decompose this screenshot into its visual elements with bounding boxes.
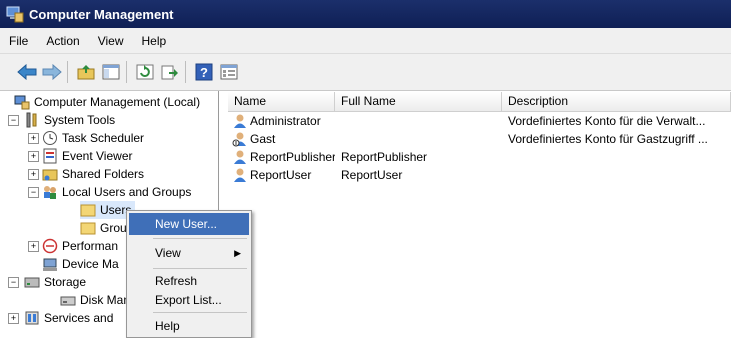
cell-full-name: ReportUser bbox=[341, 168, 403, 182]
toolbar: ? bbox=[0, 54, 731, 91]
users-icon bbox=[44, 186, 56, 199]
menu-help[interactable]: Help bbox=[133, 34, 176, 48]
tree-label-services-apps: Services and bbox=[44, 311, 114, 325]
cell-full-name: ReportPublisher bbox=[341, 150, 428, 164]
cell-description bbox=[508, 148, 728, 166]
expand-icon[interactable]: + bbox=[28, 133, 39, 144]
tree-label-event-viewer: Event Viewer bbox=[62, 149, 133, 163]
menu-separator bbox=[153, 268, 247, 269]
tree-item-device-manager[interactable]: Device Ma bbox=[42, 255, 119, 273]
expand-icon[interactable]: + bbox=[28, 151, 39, 162]
export-list-icon[interactable] bbox=[159, 61, 181, 83]
menu-item-export-list[interactable]: Export List... bbox=[129, 289, 249, 311]
collapse-icon[interactable]: − bbox=[8, 115, 19, 126]
tree-item-root[interactable]: Computer Management (Local) bbox=[14, 93, 200, 111]
shared-folder-icon bbox=[42, 169, 58, 181]
menu-item-view-label: View bbox=[155, 246, 181, 260]
show-hide-tree-icon[interactable] bbox=[100, 61, 122, 83]
menu-view[interactable]: View bbox=[89, 34, 133, 48]
cell-full-name bbox=[341, 112, 501, 130]
tree-label-system-tools: System Tools bbox=[44, 113, 116, 127]
table-row[interactable]: ReportPublisher ReportPublisher bbox=[228, 148, 731, 166]
up-folder-icon[interactable] bbox=[75, 61, 97, 83]
toolbar-separator bbox=[126, 61, 127, 83]
services-icon bbox=[25, 311, 39, 325]
cell-name: Gast bbox=[250, 132, 276, 146]
title-bar[interactable]: Computer Management bbox=[0, 0, 731, 28]
tree-item-event-viewer[interactable]: Event Viewer bbox=[42, 147, 132, 165]
column-header-name[interactable]: Name bbox=[228, 92, 335, 111]
user-icon bbox=[234, 168, 246, 182]
cell-description: Vordefiniertes Konto für die Verwalt... bbox=[508, 114, 706, 128]
tree-item-storage[interactable]: Storage bbox=[24, 273, 86, 291]
event-viewer-icon bbox=[43, 148, 57, 164]
properties-icon[interactable] bbox=[218, 61, 240, 83]
cell-description bbox=[508, 166, 728, 184]
menu-item-help[interactable]: Help bbox=[129, 315, 249, 337]
context-menu: New User... View ▶ Refresh Export List..… bbox=[126, 210, 252, 338]
collapse-icon[interactable]: − bbox=[28, 187, 39, 198]
tree-item-task-scheduler[interactable]: Task Scheduler bbox=[42, 129, 144, 147]
tree-label-storage: Storage bbox=[44, 275, 87, 289]
submenu-arrow-icon: ▶ bbox=[234, 248, 241, 258]
content-area: Computer Management (Local) − System Too… bbox=[0, 91, 731, 336]
performance-icon bbox=[42, 238, 58, 254]
expand-icon[interactable]: + bbox=[28, 169, 39, 180]
user-icon bbox=[234, 114, 246, 128]
computer-management-app-icon bbox=[6, 6, 24, 23]
menu-action[interactable]: Action bbox=[37, 34, 88, 48]
list-header: Name Full Name Description bbox=[228, 92, 731, 112]
tree-label-performance: Performan bbox=[62, 239, 119, 253]
menu-separator bbox=[153, 312, 247, 313]
device-manager-icon bbox=[43, 258, 57, 271]
users-list-view: Name Full Name Description Administrator… bbox=[228, 91, 731, 336]
svg-text:?: ? bbox=[200, 65, 208, 80]
tree-label-device-manager: Device Ma bbox=[62, 257, 119, 271]
tree-item-services-apps[interactable]: Services and bbox=[24, 309, 113, 327]
tree-item-local-users-groups[interactable]: Local Users and Groups bbox=[42, 183, 191, 201]
cell-name: ReportUser bbox=[250, 168, 312, 182]
tree-item-performance[interactable]: Performan bbox=[42, 237, 118, 255]
computer-management-window: Computer Management File Action View Hel… bbox=[0, 0, 731, 338]
tree-item-system-tools[interactable]: System Tools bbox=[24, 111, 115, 129]
help-icon[interactable]: ? bbox=[193, 61, 215, 83]
menu-separator bbox=[153, 238, 247, 239]
menu-item-view[interactable]: View ▶ bbox=[129, 242, 249, 264]
tree-item-shared-folders[interactable]: Shared Folders bbox=[42, 165, 144, 183]
cell-full-name bbox=[341, 130, 501, 148]
toolbar-separator bbox=[185, 61, 186, 83]
table-row[interactable]: Administrator Vordefiniertes Konto für d… bbox=[228, 112, 731, 130]
collapse-icon[interactable]: − bbox=[8, 277, 19, 288]
column-header-full-name[interactable]: Full Name bbox=[335, 92, 502, 111]
toolbar-separator bbox=[67, 61, 68, 83]
refresh-icon[interactable] bbox=[134, 61, 156, 83]
disk-icon bbox=[60, 296, 76, 306]
table-row[interactable]: Gast Vordefiniertes Konto für Gastzugrif… bbox=[228, 130, 731, 148]
menu-item-new-user[interactable]: New User... bbox=[129, 213, 249, 235]
clock-icon bbox=[43, 131, 57, 145]
forward-icon[interactable] bbox=[41, 61, 63, 83]
menu-file[interactable]: File bbox=[0, 34, 37, 48]
expand-icon[interactable]: + bbox=[8, 313, 19, 324]
column-header-description[interactable]: Description bbox=[502, 92, 731, 111]
menu-bar: File Action View Help bbox=[0, 29, 731, 54]
folder-icon bbox=[80, 222, 96, 235]
folder-icon bbox=[80, 204, 96, 217]
tree-label-root: Computer Management (Local) bbox=[34, 95, 201, 109]
computer-management-icon bbox=[14, 95, 30, 110]
tree-label-shared-folders: Shared Folders bbox=[62, 167, 145, 181]
storage-icon bbox=[24, 277, 40, 288]
tree-label-task-scheduler: Task Scheduler bbox=[62, 131, 145, 145]
tools-icon bbox=[26, 112, 37, 128]
expand-icon[interactable]: + bbox=[28, 241, 39, 252]
cell-name: ReportPublisher bbox=[250, 150, 335, 164]
window-title: Computer Management bbox=[29, 6, 174, 22]
cell-description: Vordefiniertes Konto für Gastzugriff ... bbox=[508, 132, 708, 146]
table-row[interactable]: ReportUser ReportUser bbox=[228, 166, 731, 184]
back-icon[interactable] bbox=[16, 61, 38, 83]
cell-name: Administrator bbox=[250, 114, 321, 128]
user-icon bbox=[234, 150, 246, 164]
tree-label-local-users-groups: Local Users and Groups bbox=[62, 185, 192, 199]
disabled-user-icon bbox=[232, 132, 246, 147]
